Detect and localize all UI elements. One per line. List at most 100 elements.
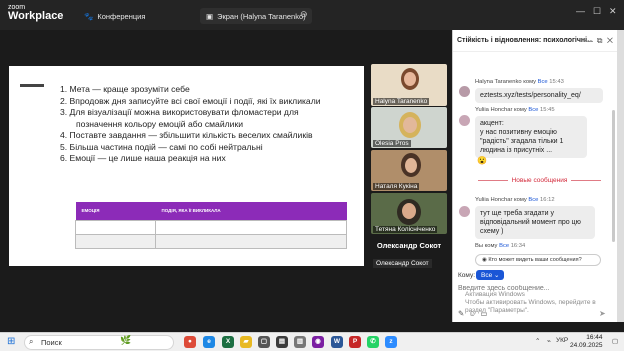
clock-time: 16:44 — [586, 334, 603, 341]
recipient-select[interactable]: Все ⌄ — [476, 270, 505, 280]
edge-icon[interactable]: e — [203, 336, 215, 348]
explorer-icon[interactable]: ▰ — [240, 336, 252, 348]
eye-icon: ◉ — [482, 257, 487, 263]
tray-chevron-icon[interactable]: ⌃ — [535, 337, 540, 345]
tab-more-icon[interactable]: ⊖ — [300, 9, 308, 20]
search-icon: ⌕ — [29, 337, 34, 346]
table-cell — [75, 233, 156, 249]
tab-meeting[interactable]: 🐾 Конференция — [84, 8, 145, 24]
participant-face — [403, 117, 417, 133]
maximize-icon[interactable]: ☐ — [593, 6, 601, 17]
minimize-icon[interactable]: — — [576, 6, 585, 16]
zoom-taskbar-icon[interactable]: z — [385, 336, 397, 348]
app-icon-2[interactable]: ▥ — [294, 336, 306, 348]
message-bubble[interactable]: eztests.xyz/tests/personality_eq/ — [475, 88, 603, 103]
network-icon[interactable]: ⌁ — [547, 337, 551, 345]
popout-icon[interactable]: ⧉ — [597, 36, 603, 45]
clock-date: 24.09.2025 — [570, 342, 603, 349]
slide-item: 3. Для візуалізації можна використовуват… — [60, 107, 299, 117]
avatar — [459, 206, 470, 217]
message-time: 15:43 — [549, 79, 564, 85]
windows-activation-watermark: Активация Windows Чтобы активировать Win… — [465, 291, 615, 315]
desktop-edge — [617, 30, 624, 322]
app-icon[interactable]: ▢ — [258, 336, 270, 348]
message-sender: Yuliia Honchar — [475, 107, 513, 113]
word-icon[interactable]: W — [331, 336, 343, 348]
slide-accent-bar — [20, 84, 44, 87]
table-header-emotion: ЕМОЦІЯ — [75, 202, 156, 220]
video-tile-tetiana[interactable]: Тетяна Колісніченко — [371, 193, 447, 234]
message-to-label: кому — [523, 79, 537, 85]
message-sender: Yuliia Honchar — [475, 197, 513, 203]
chevron-down-icon: ⌄ — [494, 272, 500, 279]
message-time: 15:45 — [540, 107, 555, 113]
who-can-see-label: Кто может видеть ваши сообщения? — [488, 257, 582, 263]
slide-item: 6. Емоції — це лише наша реакція на них — [60, 153, 226, 163]
screen-icon: ▣ — [206, 11, 214, 21]
paw-icon: 🐾 — [84, 11, 94, 21]
activation-line: Чтобы активировать Windows, перейдите в — [465, 299, 596, 306]
participant-name: Тетяна Колісніченко — [373, 226, 438, 233]
whatsapp-icon[interactable]: ✆ — [367, 336, 379, 348]
language-indicator[interactable]: УКР — [556, 337, 568, 344]
title-bar: zoom Workplace 🐾 Конференция ▣ Экран (Ha… — [0, 0, 624, 30]
video-tile-halyna[interactable]: Halyna Taranenko — [371, 64, 447, 106]
video-tile-natalia[interactable]: Наталя Кукіна — [371, 150, 447, 191]
message-recipient: Все — [528, 107, 539, 113]
participant-face — [404, 72, 416, 86]
chrome-icon[interactable]: ● — [184, 336, 196, 348]
tab-meeting-label: Конференция — [97, 11, 146, 21]
tab-screen-label: Экран (Halyna Taranenko) — [217, 11, 306, 21]
search-placeholder: Поиск — [41, 338, 62, 347]
viber-icon[interactable]: ◉ — [312, 336, 324, 348]
slide-item: 5. Більша частина подій — самі по собі н… — [60, 141, 263, 152]
activation-line: раздел "Параметры". — [465, 307, 529, 314]
close-icon[interactable]: ✕ — [609, 6, 617, 17]
video-tile-olesia[interactable]: Olesia Pros — [371, 107, 447, 148]
message-sender: Halyna Taranenko — [475, 79, 522, 85]
chat-scrollbar[interactable] — [612, 110, 615, 242]
chat-title: Стійкість і відновлення: психологічні... — [457, 37, 593, 44]
store-icon[interactable]: ▤ — [276, 336, 288, 348]
slide-item: 4. Поставте завдання — збільшити кількіс… — [60, 130, 313, 140]
message-time: 16:34 — [510, 243, 526, 249]
slide-list: 1. Мета — краще зрозуміти себе 2. Впродо… — [60, 84, 360, 165]
recipient-label: Кому: — [458, 272, 475, 279]
close-chat-icon[interactable]: ✕ — [607, 36, 613, 45]
windows-start-icon[interactable]: ⊞ — [7, 336, 15, 347]
chat-panel: Стійкість і відновлення: психологічні...… — [452, 30, 618, 322]
slide-item: 2. Впродовж дня записуйте всі свої емоці… — [60, 95, 321, 106]
table-cell — [155, 233, 347, 249]
format-icon[interactable]: ✎ — [458, 309, 464, 318]
powerpoint-icon[interactable]: P — [349, 336, 361, 348]
avatar — [459, 86, 470, 97]
notification-icon[interactable]: ▢ — [612, 337, 618, 345]
slide-table: ЕМОЦІЯ ПОДІЯ, ЯКА Її ВИКЛИКАЛА — [75, 202, 347, 249]
message-meta: Yuliia Honchar кому Все 15:45 — [475, 107, 555, 113]
message-bubble[interactable]: тут ще треба згадати у відповідальний мо… — [475, 206, 595, 239]
table-cell — [155, 219, 347, 235]
new-messages-separator: Новые сообщения — [467, 177, 612, 184]
clock[interactable]: 16:44 24.09.2025 — [570, 334, 603, 350]
message-recipient: Все — [499, 243, 510, 249]
logo-big-text: Workplace — [8, 10, 64, 22]
message-meta: Halyna Taranenko кому Все 15:43 — [475, 79, 564, 85]
message-sender: Вы — [475, 243, 484, 249]
taskbar-search[interactable]: Поиск — [24, 335, 174, 350]
participant-name: Halyna Taranenko — [373, 98, 430, 105]
excel-icon[interactable]: X — [222, 336, 234, 348]
taskbar: ⊞ Поиск ⌕ 🌿 ● e X ▰ ▢ ▤ ▥ ◉ W P ✆ z ⌃ ⌁ … — [0, 332, 624, 351]
message-to-label: кому — [514, 197, 527, 203]
message-to-label: кому — [484, 243, 498, 249]
tab-screen-share[interactable]: ▣ Экран (Halyna Taranenko) — [200, 8, 312, 24]
active-speaker-name: Олександр Сокот — [376, 241, 442, 250]
message-recipient: Все — [528, 197, 539, 203]
message-to-label: кому — [514, 107, 527, 113]
reaction-emoji[interactable]: 😮 — [477, 156, 487, 165]
who-can-see-button[interactable]: ◉ Кто может видеть ваши сообщения? — [475, 254, 601, 266]
message-bubble[interactable]: акцент: у нас позитивну емоцію "радість"… — [475, 116, 587, 158]
speaker-name-tag: Олександр Сокот — [373, 259, 432, 268]
avatar — [459, 115, 470, 126]
more-icon[interactable]: ··· — [584, 36, 592, 45]
slide-item: 1. Мета — краще зрозуміти себе — [60, 84, 190, 94]
